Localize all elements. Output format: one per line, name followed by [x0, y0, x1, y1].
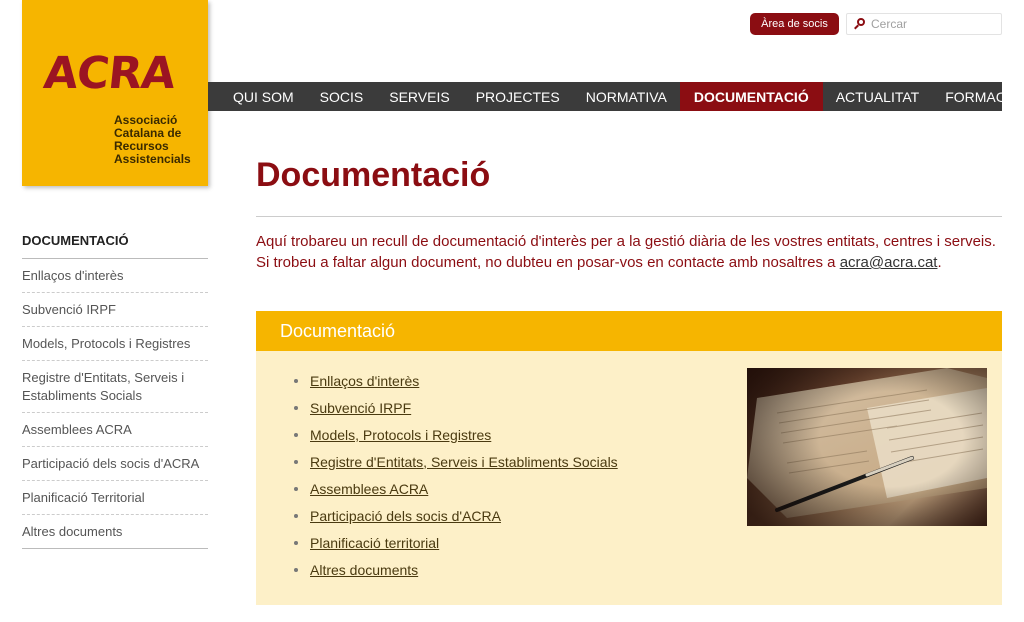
nav-item-projectes[interactable]: PROJECTES — [463, 82, 573, 111]
sidebar-item-planificacio[interactable]: Planificació Territorial — [22, 481, 208, 515]
sidebar-item-models[interactable]: Models, Protocols i Registres — [22, 327, 208, 361]
list-item: Models, Protocols i Registres — [294, 421, 618, 448]
bullet-icon — [294, 567, 298, 572]
page-title: Documentació — [256, 156, 491, 194]
documentation-panel: Documentació Enllaços d'interès Subvenci… — [256, 311, 1002, 605]
search-box[interactable] — [846, 13, 1002, 35]
sidebar-menu: Enllaços d'interès Subvenció IRPF Models… — [22, 259, 208, 549]
nav-item-serveis[interactable]: SERVEIS — [376, 82, 462, 111]
sidebar-item-participacio[interactable]: Participació dels socis d'ACRA — [22, 447, 208, 481]
intro-paragraph: Aquí trobareu un recull de documentació … — [256, 231, 1006, 273]
nav-item-qui-som[interactable]: QUI SOM — [220, 82, 307, 111]
bullet-icon — [294, 378, 298, 383]
nav-item-actualitat[interactable]: ACTUALITAT — [823, 82, 933, 111]
sidebar-item-subvencio-irpf[interactable]: Subvenció IRPF — [22, 293, 208, 327]
bullet-icon — [294, 513, 298, 518]
documents-pen-photo — [747, 368, 987, 526]
photo-illustration — [747, 368, 987, 526]
list-item: Registre d'Entitats, Serveis i Establime… — [294, 448, 618, 475]
list-item: Altres documents — [294, 556, 618, 583]
sidebar-item-enllacos[interactable]: Enllaços d'interès — [22, 259, 208, 293]
bullet-icon — [294, 486, 298, 491]
list-item: Enllaços d'interès — [294, 367, 618, 394]
panel-link-participacio[interactable]: Participació dels socis d'ACRA — [310, 508, 501, 524]
panel-link-list: Enllaços d'interès Subvenció IRPF Models… — [294, 367, 618, 583]
panel-title: Documentació — [256, 311, 1002, 351]
panel-link-registre[interactable]: Registre d'Entitats, Serveis i Establime… — [310, 454, 618, 470]
main-nav: QUI SOM SOCIS SERVEIS PROJECTES NORMATIV… — [208, 82, 1021, 111]
intro-end: . — [937, 254, 942, 271]
search-icon — [853, 17, 867, 31]
sidebar-item-assemblees[interactable]: Assemblees ACRA — [22, 413, 208, 447]
list-item: Planificació territorial — [294, 529, 618, 556]
contact-email-link[interactable]: acra@acra.cat — [840, 254, 938, 271]
panel-link-models[interactable]: Models, Protocols i Registres — [310, 427, 491, 443]
nav-item-normativa[interactable]: NORMATIVA — [573, 82, 680, 111]
nav-item-documentacio[interactable]: DOCUMENTACIÓ — [679, 82, 823, 111]
panel-link-subvencio-irpf[interactable]: Subvenció IRPF — [310, 400, 411, 416]
panel-link-enllacos[interactable]: Enllaços d'interès — [310, 373, 419, 389]
sidebar-item-registre[interactable]: Registre d'Entitats, Serveis i Establime… — [22, 361, 208, 413]
bullet-icon — [294, 432, 298, 437]
nav-item-formacio[interactable]: FORMACIÓ — [932, 82, 1024, 111]
sidebar-title: DOCUMENTACIÓ — [22, 233, 129, 248]
logo-subtitle-line: Assistencials — [114, 152, 191, 166]
members-area-button[interactable]: Àrea de socis — [750, 13, 839, 35]
bullet-icon — [294, 459, 298, 464]
list-item: Subvenció IRPF — [294, 394, 618, 421]
bullet-icon — [294, 540, 298, 545]
nav-item-socis[interactable]: SOCIS — [307, 82, 377, 111]
list-item: Participació dels socis d'ACRA — [294, 502, 618, 529]
sidebar-item-altres[interactable]: Altres documents — [22, 515, 208, 549]
panel-link-altres[interactable]: Altres documents — [310, 562, 418, 578]
search-input[interactable] — [871, 17, 991, 31]
list-item: Assemblees ACRA — [294, 475, 618, 502]
bullet-icon — [294, 405, 298, 410]
logo-subtitle: Associació Catalana de Recursos Assisten… — [114, 114, 191, 166]
site-logo[interactable]: ACRA Associació Catalana de Recursos Ass… — [22, 0, 208, 186]
title-divider — [256, 216, 1002, 217]
panel-link-assemblees[interactable]: Assemblees ACRA — [310, 481, 428, 497]
logo-wordmark: ACRA — [41, 48, 177, 99]
panel-link-planificacio[interactable]: Planificació territorial — [310, 535, 439, 551]
